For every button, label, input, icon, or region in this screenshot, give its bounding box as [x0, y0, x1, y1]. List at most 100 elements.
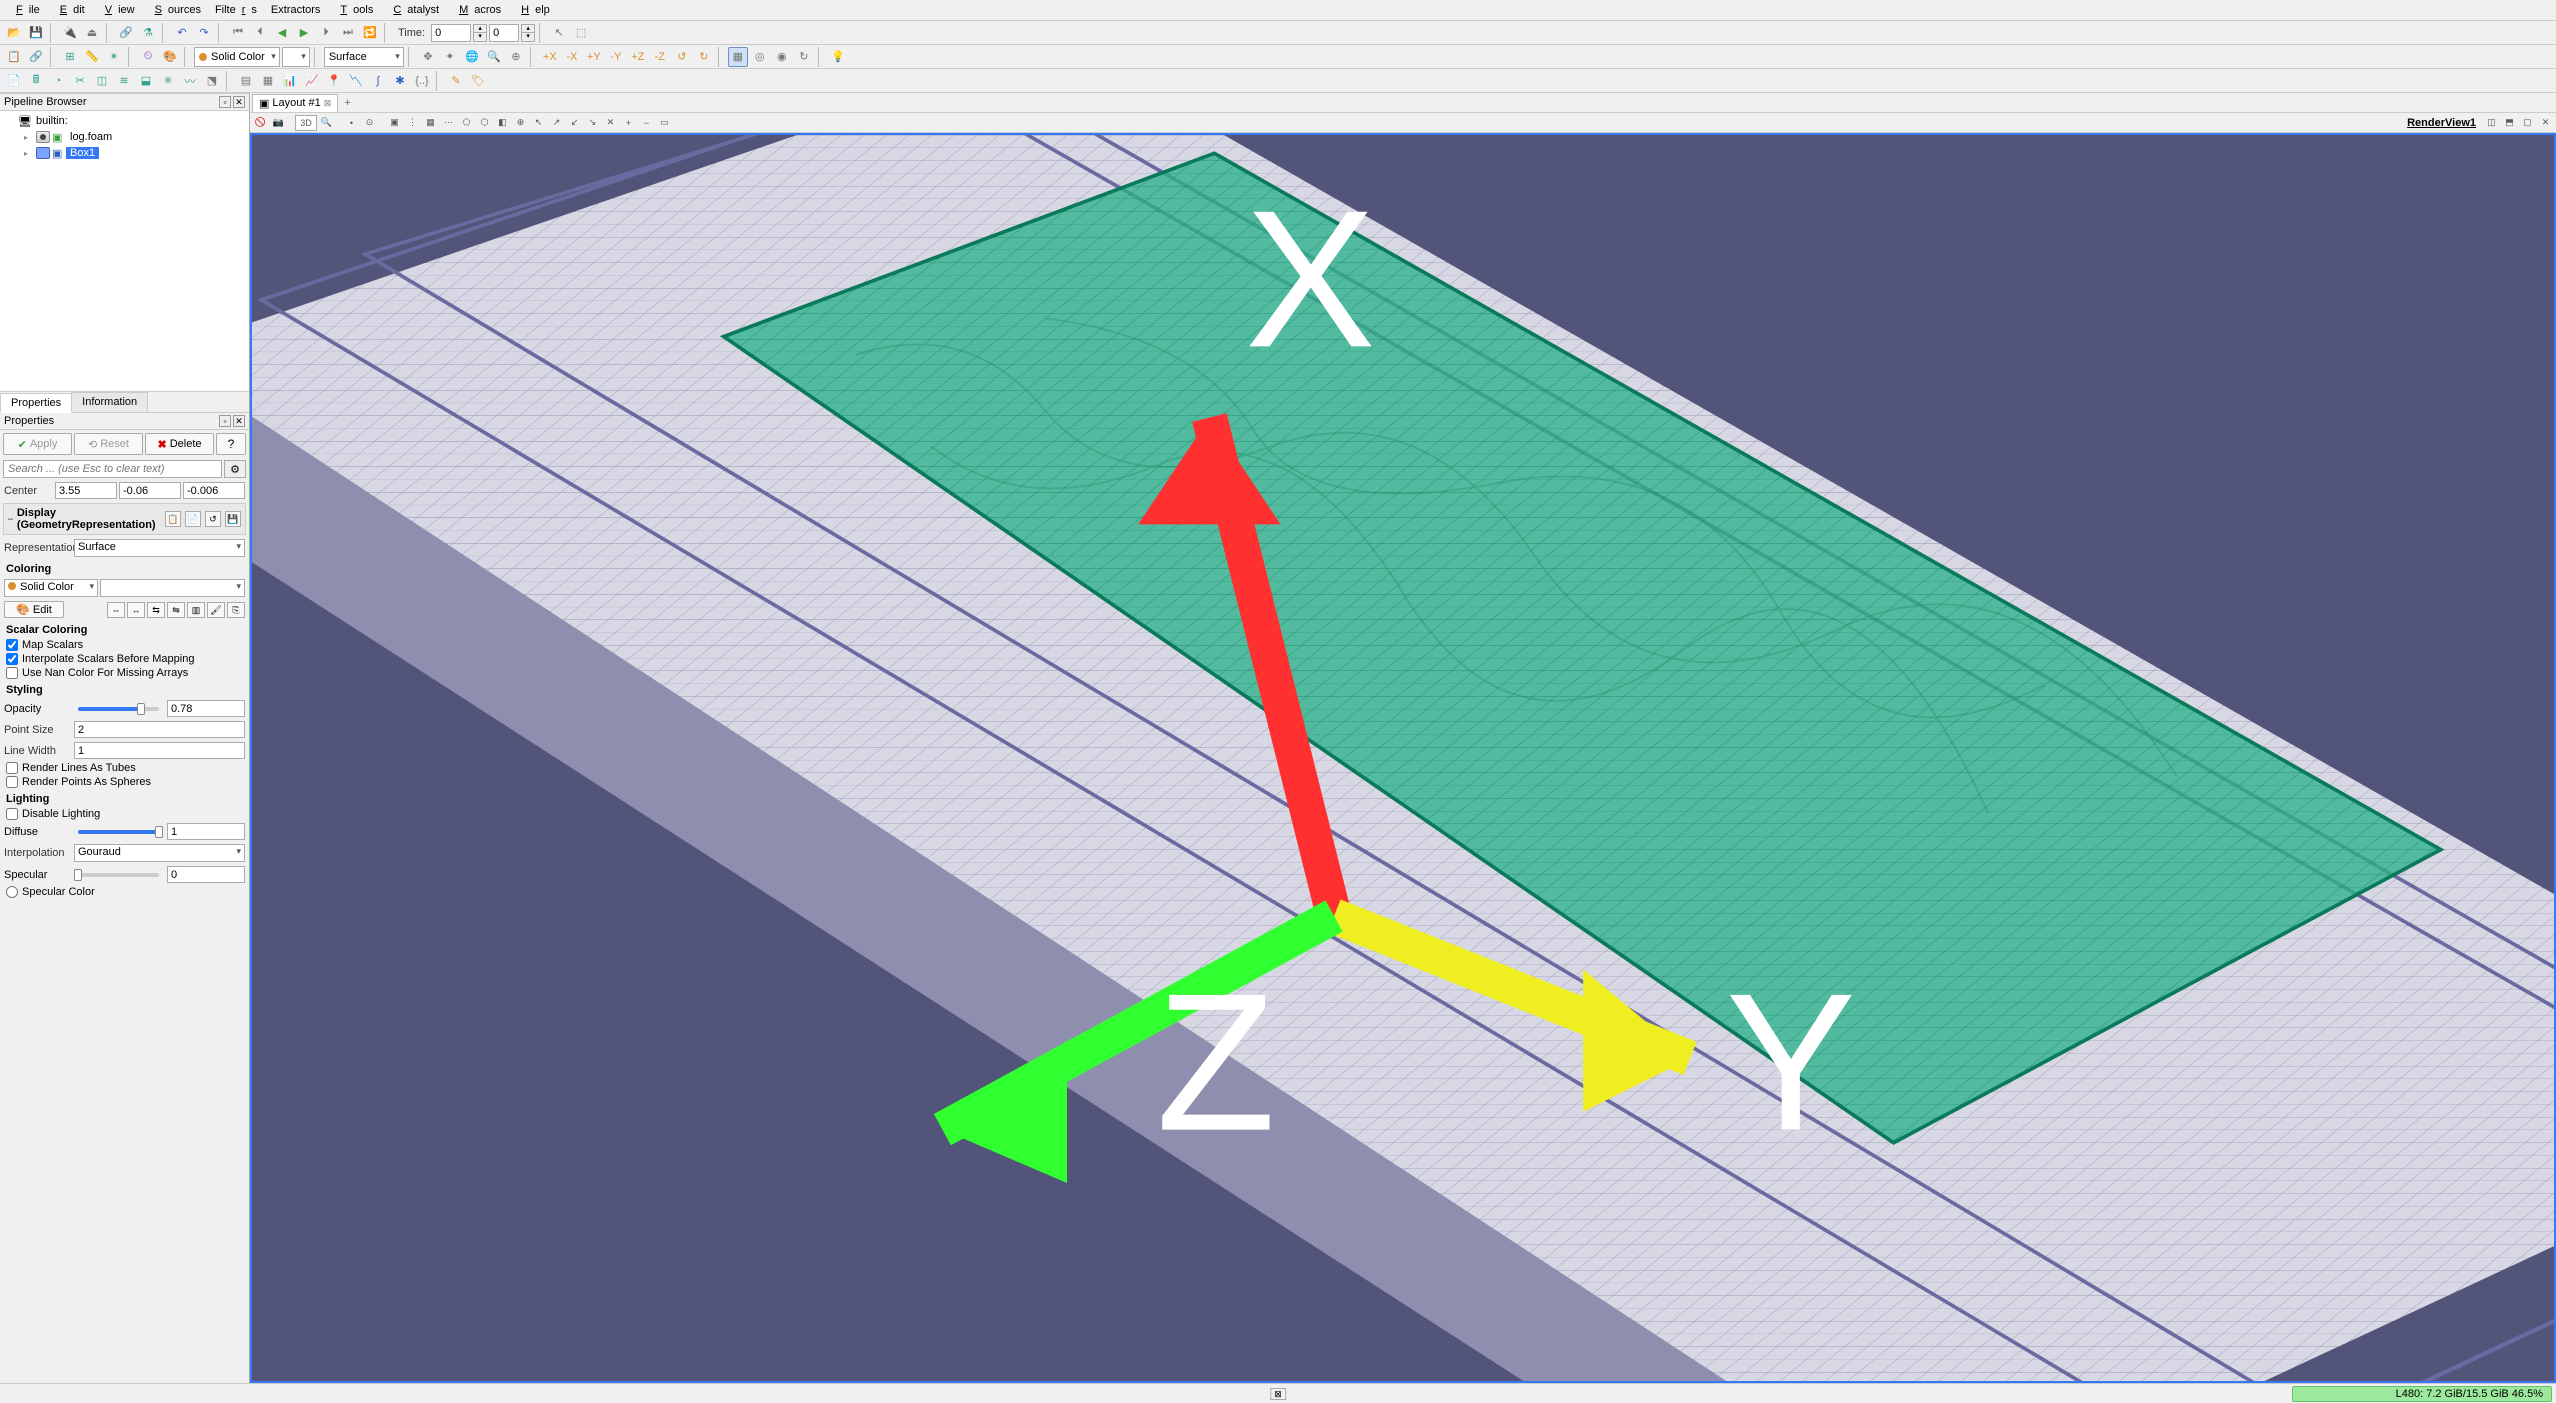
threshold-icon[interactable]: ≋ [114, 71, 134, 91]
copy-icon[interactable]: 📋 [165, 511, 181, 527]
interpolation-combo[interactable]: Gouraud [74, 844, 245, 862]
vcr-play-back-icon[interactable]: ◀ [272, 23, 292, 43]
connect-icon[interactable]: 🔌 [60, 23, 80, 43]
temporal-icon[interactable]: ⏲ [138, 47, 158, 67]
probe-icon[interactable]: 📍 [324, 71, 344, 91]
visibility-eye-icon[interactable] [36, 131, 50, 143]
light-icon[interactable]: 💡 [828, 47, 848, 67]
pick-center-icon[interactable]: ⊙ [361, 115, 378, 131]
map-scalars-check[interactable] [6, 639, 18, 651]
statusbar-toggle-icon[interactable]: ⊠ [1270, 1388, 1286, 1400]
edit-colormap-icon[interactable]: 🖌 [207, 602, 225, 618]
menu-filters[interactable]: Filters [209, 2, 263, 18]
close-view-icon[interactable]: ✕ [2537, 115, 2554, 131]
view-nz-icon[interactable]: -Z [650, 47, 670, 67]
disconnect-icon[interactable]: ⏏ [82, 23, 102, 43]
time-step-input[interactable] [489, 24, 519, 42]
representation-combo-tb[interactable]: Surface [324, 47, 404, 67]
select-icon[interactable]: ⬚ [571, 23, 591, 43]
view-globe-icon[interactable]: 🌐 [462, 47, 482, 67]
restore-icon[interactable]: ↺ [205, 511, 221, 527]
layout-tab-close-icon[interactable]: ⊠ [324, 98, 332, 109]
split-h-icon[interactable]: ◫ [2483, 115, 2500, 131]
vcr-last-icon[interactable]: ⏭ [338, 23, 358, 43]
vcr-loop-icon[interactable]: 🔁 [360, 23, 380, 43]
add-selection-icon[interactable]: + [620, 115, 637, 131]
zoom-data-icon[interactable]: ✦ [440, 47, 460, 67]
reset-camera-icon[interactable]: ✥ [418, 47, 438, 67]
reset-button[interactable]: ⟲Reset [74, 433, 143, 455]
help-button[interactable]: ? [216, 433, 246, 455]
axes-grid-icon[interactable]: ⊞ [60, 47, 80, 67]
vcr-forward-icon[interactable]: ⏵ [316, 23, 336, 43]
grow-selection-icon[interactable]: ⊕ [512, 115, 529, 131]
menu-catalyst[interactable]: Catalyst [381, 2, 445, 18]
zoom-closest-icon[interactable]: ⊕ [506, 47, 526, 67]
compass-icon[interactable]: ✴ [104, 47, 124, 67]
annotation-tag-icon[interactable]: 🏷 [468, 71, 488, 91]
opacity-input[interactable] [167, 700, 245, 717]
render-lines-check[interactable] [6, 762, 18, 774]
center-x-input[interactable] [55, 482, 117, 499]
temporal-cache-icon[interactable]: ↻ [794, 47, 814, 67]
properties-close-icon[interactable]: ✕ [233, 415, 245, 427]
specular-slider[interactable] [78, 873, 159, 877]
pipeline-item-logfoam[interactable]: ▸ ▣ log.foam [2, 129, 247, 145]
coloring-select[interactable]: Solid Color [4, 579, 98, 597]
renderview-label[interactable]: RenderView1 [2401, 117, 2482, 129]
diffuse-input[interactable] [167, 823, 245, 840]
calculator-icon[interactable]: 🖩 [26, 71, 46, 91]
view-nx-icon[interactable]: -X [562, 47, 582, 67]
scalar-bar-icon[interactable]: ▥ [187, 602, 205, 618]
layout-tab-1[interactable]: ▣Layout #1⊠ [252, 94, 338, 112]
menu-edit[interactable]: Edit [48, 2, 91, 18]
visibility-eye-icon[interactable] [36, 147, 50, 159]
view-ny-icon[interactable]: -Y [606, 47, 626, 67]
spreadsheet-icon[interactable]: ▦ [258, 71, 278, 91]
extract-icon[interactable]: ⬓ [136, 71, 156, 91]
specular-color-radio[interactable] [6, 886, 18, 898]
vcr-first-icon[interactable]: ⏮ [228, 23, 248, 43]
pipeline-float-icon[interactable]: ▫ [219, 96, 231, 108]
subtract-selection-icon[interactable]: − [638, 115, 655, 131]
select-cells-icon[interactable]: ▣ [386, 115, 403, 131]
time-value-input[interactable] [431, 24, 471, 42]
center-z-input[interactable] [183, 482, 245, 499]
property-search-input[interactable] [3, 460, 222, 478]
table-icon[interactable]: ▤ [236, 71, 256, 91]
maximize-icon[interactable]: ▢ [2519, 115, 2536, 131]
load-palette-icon[interactable]: 🎨 [160, 47, 180, 67]
select-points-icon[interactable]: ⋮ [404, 115, 421, 131]
display-section-header[interactable]: ━ Display (GeometryRepresentation) 📋 📄 ↺… [3, 503, 246, 535]
integrate-icon[interactable]: ∫ [368, 71, 388, 91]
properties-float-icon[interactable]: ▫ [219, 415, 231, 427]
specular-input[interactable] [167, 866, 245, 883]
linewidth-input[interactable] [74, 742, 245, 759]
menu-file[interactable]: File [4, 2, 46, 18]
open-icon[interactable]: 📂 [4, 23, 24, 43]
time-value-spinner[interactable]: ▴▾ [473, 24, 487, 42]
select-block-icon[interactable]: ◧ [494, 115, 511, 131]
disable-lighting-check[interactable] [6, 808, 18, 820]
interp-scalars-check[interactable] [6, 653, 18, 665]
rotate-cw-icon[interactable]: ↻ [694, 47, 714, 67]
zoom-box-icon[interactable]: 🔍 [484, 47, 504, 67]
view-pz-icon[interactable]: +Z [628, 47, 648, 67]
vcr-play-icon[interactable]: ▶ [294, 23, 314, 43]
plot-icon[interactable]: 📊 [280, 71, 300, 91]
toggle-selection-icon[interactable]: ▭ [656, 115, 673, 131]
catalyst-icon[interactable]: ⚗ [138, 23, 158, 43]
edit-color-button[interactable]: 🎨Edit [4, 601, 64, 618]
histogram-icon[interactable]: 📈 [302, 71, 322, 91]
pipeline-browser[interactable]: 🖥 builtin: ▸ ▣ log.foam ▸ ▣ Box1 [0, 111, 249, 391]
pipeline-close-icon[interactable]: ✕ [233, 96, 245, 108]
clip-icon[interactable]: ✂ [70, 71, 90, 91]
menu-help[interactable]: Help [509, 2, 556, 18]
center-y-input[interactable] [119, 482, 181, 499]
interactive-select-cells-icon[interactable]: ↖ [530, 115, 547, 131]
menu-tools[interactable]: Tools [328, 2, 379, 18]
hover-points-icon[interactable]: ↘ [584, 115, 601, 131]
camera-link-icon[interactable]: 🔗 [26, 47, 46, 67]
rescale-icon[interactable]: ⇔ [107, 602, 125, 618]
layout-add-button[interactable]: + [338, 95, 356, 111]
